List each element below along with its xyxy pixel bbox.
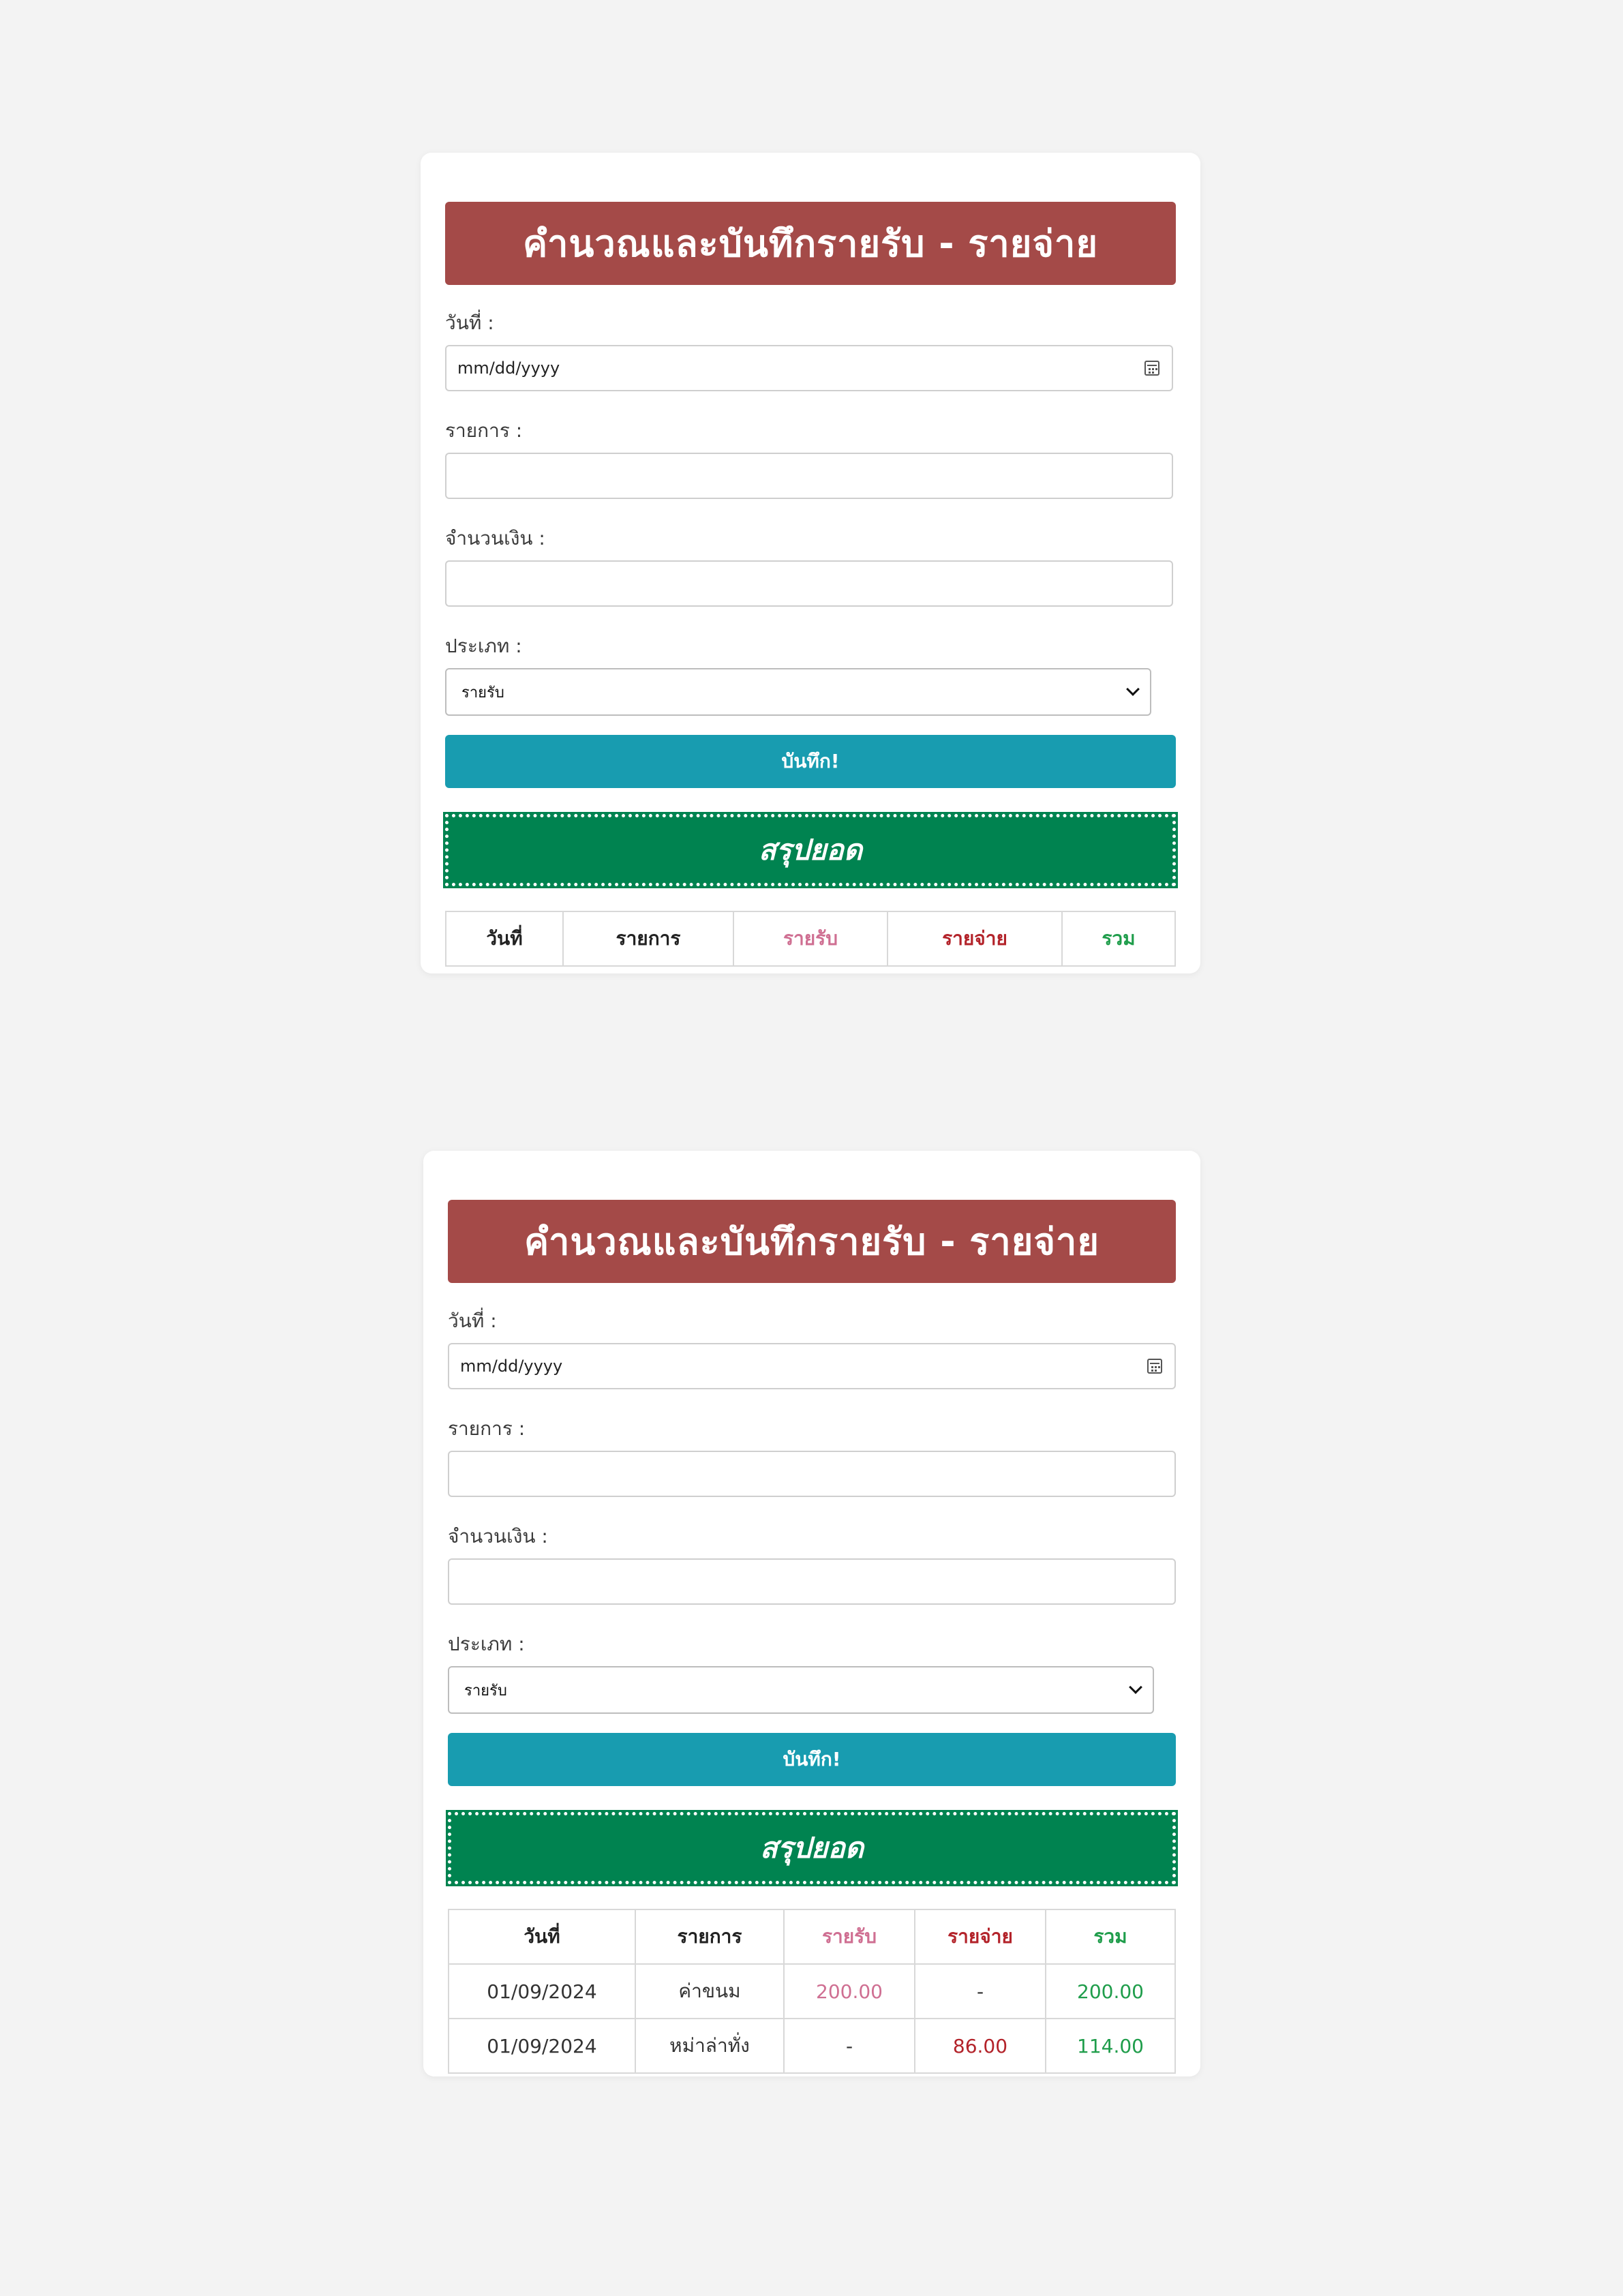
col-expense: รายจ่าย [914, 1909, 1046, 1965]
type-selected-value: รายรับ [461, 684, 504, 701]
cell-expense: 86.00 [914, 2018, 1046, 2074]
type-selected-value: รายรับ [464, 1682, 507, 1700]
cell-date: 01/09/2024 [448, 1963, 636, 2019]
col-item: รายการ [562, 911, 734, 967]
cell-total: 200.00 [1045, 1963, 1176, 2019]
col-date: วันที่ [448, 1909, 636, 1965]
item-input[interactable] [445, 453, 1173, 499]
table-header-row: วันที่ รายการ รายรับ รายจ่าย รวม [445, 911, 1176, 967]
cell-date: 01/09/2024 [448, 2018, 636, 2074]
type-select[interactable]: รายรับ [445, 668, 1151, 716]
date-placeholder: mm/dd/yyyy [457, 359, 560, 378]
col-total: รวม [1045, 1909, 1176, 1965]
ledger-table: วันที่ รายการ รายรับ รายจ่าย รวม [445, 911, 1176, 967]
cell-total: 114.00 [1045, 2018, 1176, 2074]
col-income: รายรับ [783, 1909, 915, 1965]
chevron-down-icon [1129, 1680, 1142, 1694]
date-label: วันที่ : [445, 312, 494, 334]
amount-input[interactable] [448, 1558, 1176, 1605]
col-income: รายรับ [733, 911, 888, 967]
item-label: รายการ : [445, 419, 523, 442]
col-item: รายการ [635, 1909, 785, 1965]
cell-expense: - [914, 1963, 1046, 2019]
summary-banner: สรุปยอด [446, 1810, 1178, 1886]
col-total: รวม [1061, 911, 1176, 967]
table-row: 01/09/2024 หม่าล่าทั่ง - 86.00 114.00 [448, 2018, 1176, 2074]
type-label: ประเภท : [445, 635, 522, 657]
summary-banner: สรุปยอด [443, 812, 1178, 888]
ledger-card-empty: คำนวณและบันทึกรายรับ - รายจ่าย วันที่ : … [421, 153, 1200, 973]
amount-label: จำนวนเงิน : [448, 1525, 548, 1547]
ledger-card-filled: คำนวณและบันทึกรายรับ - รายจ่าย วันที่ : … [423, 1151, 1200, 2076]
item-label: รายการ : [448, 1417, 526, 1440]
page-title: คำนวณและบันทึกรายรับ - รายจ่าย [448, 1200, 1176, 1283]
table-header-row: วันที่ รายการ รายรับ รายจ่าย รวม [448, 1909, 1176, 1965]
item-input[interactable] [448, 1451, 1176, 1497]
cell-item: หม่าล่าทั่ง [635, 2018, 785, 2074]
cell-income: - [783, 2018, 915, 2074]
date-input[interactable]: mm/dd/yyyy [448, 1343, 1176, 1389]
calendar-icon[interactable] [1144, 361, 1159, 376]
ledger-table: วันที่ รายการ รายรับ รายจ่าย รวม 01/09/2… [448, 1909, 1176, 2074]
save-button[interactable]: บันทึก! [448, 1733, 1176, 1786]
chevron-down-icon [1126, 682, 1140, 696]
date-placeholder: mm/dd/yyyy [460, 1357, 563, 1376]
col-expense: รายจ่าย [887, 911, 1063, 967]
amount-input[interactable] [445, 560, 1173, 607]
date-input[interactable]: mm/dd/yyyy [445, 345, 1173, 391]
cell-income: 200.00 [783, 1963, 915, 2019]
col-date: วันที่ [445, 911, 564, 967]
page-title: คำนวณและบันทึกรายรับ - รายจ่าย [445, 202, 1176, 285]
cell-item: ค่าขนม [635, 1963, 785, 2019]
date-label: วันที่ : [448, 1310, 497, 1332]
type-label: ประเภท : [448, 1633, 525, 1655]
calendar-icon[interactable] [1147, 1359, 1162, 1374]
type-select[interactable]: รายรับ [448, 1666, 1154, 1714]
save-button[interactable]: บันทึก! [445, 735, 1176, 788]
amount-label: จำนวนเงิน : [445, 527, 545, 549]
table-row: 01/09/2024 ค่าขนม 200.00 - 200.00 [448, 1963, 1176, 2019]
